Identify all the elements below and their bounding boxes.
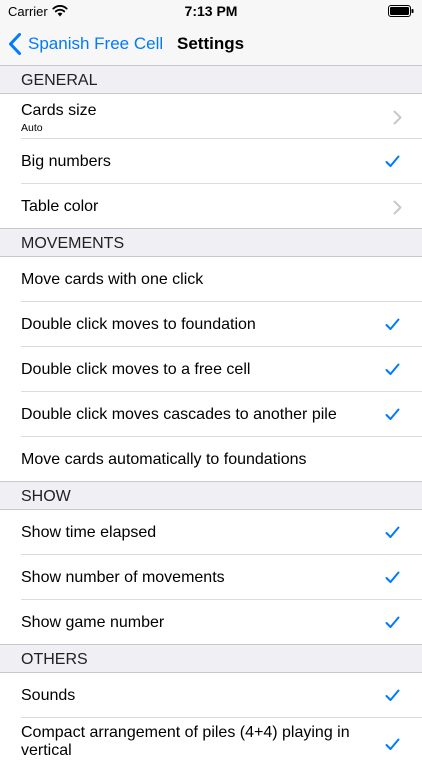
row-label: Double click moves cascades to another p… [21, 405, 337, 423]
section-header-general: GENERAL [0, 66, 422, 94]
battery-icon [388, 5, 414, 17]
row-move-auto-foundations[interactable]: Move cards automatically to foundations [0, 437, 422, 482]
back-chevron-icon [9, 33, 21, 55]
checkmark-icon [385, 408, 400, 420]
section-header-movements: MOVEMENTS [0, 229, 422, 257]
section-header-others: OTHERS [0, 645, 422, 673]
row-big-numbers[interactable]: Big numbers [0, 139, 422, 184]
row-show-game-number[interactable]: Show game number [0, 600, 422, 645]
back-button-label: Spanish Free Cell [28, 34, 164, 53]
row-label: Move cards with one click [21, 270, 204, 288]
row-show-movements[interactable]: Show number of movements [0, 555, 422, 600]
row-show-time[interactable]: Show time elapsed [0, 510, 422, 555]
row-sublabel: Auto [21, 122, 43, 134]
checkmark-icon [385, 363, 400, 375]
row-compact-arrangement[interactable]: Compact arrangement of piles (4+4) playi… [0, 718, 422, 772]
row-label: Big numbers [21, 152, 111, 170]
section-header-show: SHOW [0, 482, 422, 510]
checkmark-icon [385, 571, 400, 583]
back-button[interactable]: Spanish Free Cell [8, 22, 163, 66]
navigation-bar: Spanish Free Cell Settings [0, 22, 422, 66]
chevron-right-icon [393, 110, 402, 124]
row-label: Double click moves to a free cell [21, 360, 251, 378]
page-title: Settings [177, 34, 245, 53]
checkmark-icon [385, 155, 400, 167]
status-time: 7:13 PM [184, 3, 238, 19]
row-label: Show game number [21, 613, 165, 631]
row-label: Compact arrangement of piles (4+4) playi… [21, 724, 350, 759]
row-move-one-click[interactable]: Move cards with one click [0, 257, 422, 302]
checkmark-icon [385, 526, 400, 538]
row-label: Cards size [21, 102, 97, 119]
row-label: Show number of movements [21, 568, 225, 586]
row-separator [0, 644, 422, 645]
row-table-color[interactable]: Table color [0, 184, 422, 229]
checkmark-icon [385, 616, 400, 628]
row-double-click-free-cell[interactable]: Double click moves to a free cell [0, 347, 422, 392]
row-sounds[interactable]: Sounds [0, 673, 422, 718]
row-cards-size[interactable]: Cards size Auto [0, 94, 422, 139]
settings-list: GENERAL Cards size Auto Big numbers Tabl… [0, 66, 422, 772]
row-separator [0, 481, 422, 482]
row-label: Table color [21, 197, 99, 215]
row-separator [0, 228, 422, 229]
cards-size-labels: Cards size Auto [21, 102, 97, 134]
checkmark-icon [385, 689, 400, 701]
row-label: Sounds [21, 686, 76, 704]
chevron-right-icon [393, 200, 402, 214]
row-double-click-cascades[interactable]: Double click moves cascades to another p… [0, 392, 422, 437]
row-label: Double click moves to foundation [21, 315, 256, 333]
row-double-click-foundation[interactable]: Double click moves to foundation [0, 302, 422, 347]
checkmark-icon [385, 318, 400, 330]
status-bar: Carrier 7:13 PM [0, 0, 422, 22]
checkmark-icon [385, 738, 400, 750]
row-label: Show time elapsed [21, 523, 157, 541]
row-label: Move cards automatically to foundations [21, 450, 307, 468]
